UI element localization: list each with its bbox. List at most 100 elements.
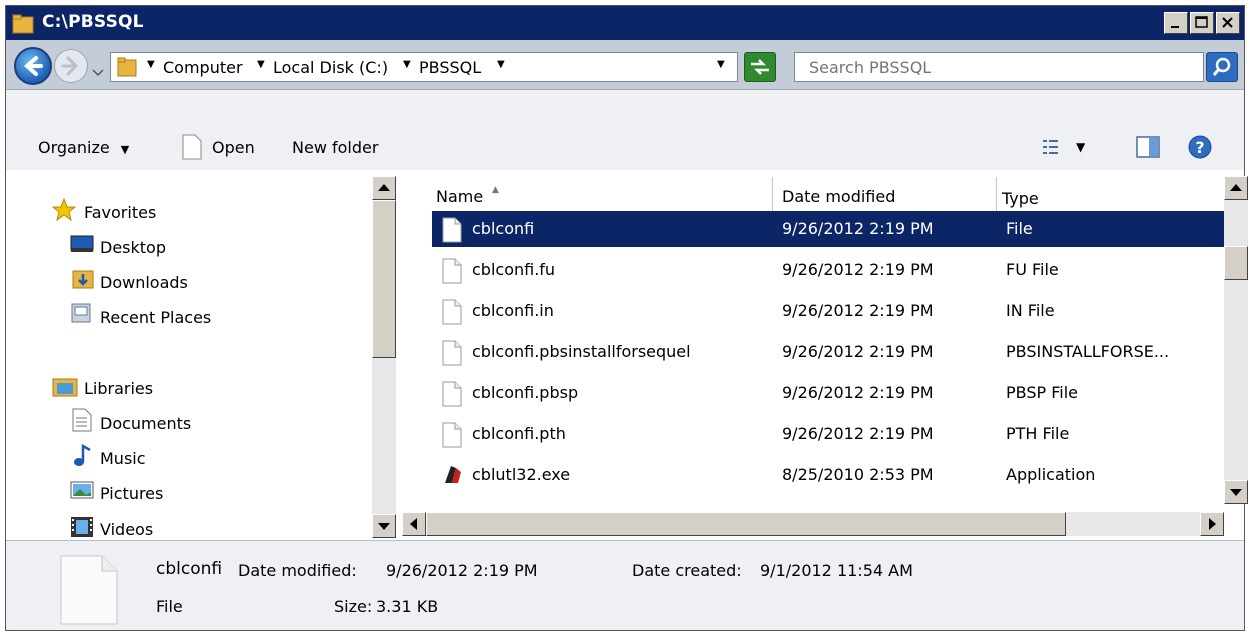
- scroll-left-button[interactable]: [402, 512, 426, 536]
- search-box[interactable]: [794, 52, 1204, 82]
- file-icon: [442, 217, 462, 247]
- horizontal-scroll-thumb[interactable]: [426, 512, 1066, 536]
- scroll-up-button[interactable]: [1224, 176, 1248, 200]
- details-size-label: Size:: [334, 597, 373, 616]
- scroll-right-button[interactable]: [1200, 512, 1224, 536]
- details-file-type: File: [156, 597, 183, 616]
- column-date-label: Date modified: [782, 187, 896, 206]
- sort-ascending-icon: ▲: [492, 185, 499, 195]
- details-modified-label: Date modified:: [238, 561, 357, 580]
- back-button[interactable]: [14, 47, 52, 85]
- breadcrumb-arrow-icon[interactable]: ▼: [257, 59, 265, 70]
- file-date-modified: 9/26/2012 2:19 PM: [782, 301, 934, 320]
- file-icon: [442, 422, 462, 452]
- svg-text:?: ?: [1195, 138, 1204, 157]
- file-row[interactable]: cblconfi 9/26/2012 2:19 PM File: [432, 211, 1224, 247]
- file-name: cblconfi: [472, 219, 535, 238]
- file-row[interactable]: cblconfi.pbsp 9/26/2012 2:19 PM PBSP File: [432, 375, 1224, 411]
- file-row[interactable]: cblconfi.in 9/26/2012 2:19 PM IN File: [432, 293, 1224, 329]
- details-created-value: 9/1/2012 11:54 AM: [760, 561, 913, 580]
- refresh-button[interactable]: [744, 52, 776, 82]
- desktop-icon: [70, 234, 94, 258]
- application-icon: [442, 463, 464, 489]
- view-chevron-down-icon[interactable]: ▼: [1076, 140, 1085, 154]
- breadcrumb-arrow-icon[interactable]: ▼: [497, 59, 505, 70]
- refresh-icon: [751, 59, 769, 75]
- nav-vertical-scrollbar[interactable]: [372, 176, 396, 538]
- column-type-label: Type: [1002, 189, 1039, 208]
- file-icon: [442, 340, 462, 370]
- new-folder-button[interactable]: New folder: [292, 138, 378, 157]
- file-icon: [442, 381, 462, 411]
- close-button[interactable]: [1216, 12, 1240, 34]
- nav-pictures[interactable]: Pictures: [100, 484, 163, 503]
- breadcrumb-computer[interactable]: Computer: [163, 58, 243, 77]
- search-button[interactable]: [1206, 52, 1238, 82]
- breadcrumb-pbssql[interactable]: PBSSQL: [419, 58, 481, 77]
- nav-music[interactable]: Music: [100, 449, 146, 468]
- forward-button[interactable]: [54, 49, 88, 83]
- view-options-icon[interactable]: [1042, 138, 1060, 160]
- file-icon: [442, 299, 462, 329]
- file-date-modified: 9/26/2012 2:19 PM: [782, 424, 934, 443]
- file-type: PBSINSTALLFORSE...: [1006, 342, 1170, 361]
- file-name: cblconfi.in: [472, 301, 554, 320]
- organize-label: Organize: [38, 138, 110, 157]
- file-name: cblconfi.pbsp: [472, 383, 579, 402]
- help-icon[interactable]: ?: [1188, 135, 1212, 163]
- file-row[interactable]: cblutl32.exe 8/25/2010 2:53 PM Application: [432, 457, 1224, 493]
- horizontal-scrollbar[interactable]: [402, 512, 1224, 536]
- recent-pages-chevron-icon[interactable]: [92, 62, 104, 81]
- breadcrumb-arrow-icon[interactable]: ▼: [147, 59, 155, 70]
- address-toolbar: ▼ Computer ▼ Local Disk (C:) ▼ PBSSQL ▼ …: [6, 40, 1244, 90]
- explorer-window: C:\PBSSQL ▼ Computer ▼ Local Disk (C:) ▼…: [5, 5, 1248, 631]
- nav-libraries[interactable]: Libraries: [84, 379, 153, 398]
- recent-places-icon: [70, 302, 94, 328]
- preview-pane-icon[interactable]: [1136, 136, 1160, 162]
- command-bar: Organize ▼ Open New folder ▼ ?: [6, 90, 1244, 170]
- title-bar[interactable]: C:\PBSSQL: [6, 6, 1244, 40]
- scroll-down-button[interactable]: [372, 514, 396, 538]
- documents-icon: [72, 408, 92, 436]
- nav-videos[interactable]: Videos: [100, 520, 153, 539]
- file-type: File: [1006, 219, 1033, 238]
- nav-desktop[interactable]: Desktop: [100, 238, 166, 257]
- file-name: cblconfi.pbsinstallforsequel: [472, 342, 691, 361]
- videos-icon: [70, 516, 94, 542]
- file-scroll-thumb[interactable]: [1224, 246, 1248, 280]
- nav-recent-places[interactable]: Recent Places: [100, 308, 211, 327]
- chevron-down-icon: ▼: [120, 143, 130, 156]
- file-date-modified: 9/26/2012 2:19 PM: [782, 260, 934, 279]
- search-icon: [1212, 57, 1231, 76]
- file-row[interactable]: cblconfi.pth 9/26/2012 2:19 PM PTH File: [432, 416, 1224, 452]
- libraries-icon: [52, 374, 78, 402]
- file-name: cblconfi.pth: [472, 424, 566, 443]
- address-history-chevron-icon[interactable]: ▼: [717, 59, 725, 70]
- address-bar[interactable]: ▼ Computer ▼ Local Disk (C:) ▼ PBSSQL ▼ …: [110, 52, 738, 82]
- file-vertical-scrollbar[interactable]: [1224, 176, 1248, 504]
- scroll-up-button[interactable]: [372, 176, 396, 200]
- file-row[interactable]: cblconfi.fu 9/26/2012 2:19 PM FU File: [432, 252, 1224, 288]
- file-row[interactable]: cblconfi.pbsinstallforsequel 9/26/2012 2:…: [432, 334, 1224, 370]
- minimize-button[interactable]: [1164, 12, 1188, 34]
- maximize-button[interactable]: [1190, 12, 1214, 34]
- file-date-modified: 9/26/2012 2:19 PM: [782, 219, 934, 238]
- nav-favorites[interactable]: Favorites: [84, 203, 156, 222]
- downloads-folder-icon: [72, 268, 94, 294]
- file-date-modified: 8/25/2010 2:53 PM: [782, 465, 934, 484]
- breadcrumb-local-disk[interactable]: Local Disk (C:): [273, 58, 388, 77]
- open-file-icon: [182, 134, 202, 164]
- pictures-icon: [70, 480, 94, 504]
- organize-button[interactable]: Organize ▼: [38, 138, 129, 157]
- details-created-label: Date created:: [632, 561, 742, 580]
- open-button[interactable]: Open: [212, 138, 255, 157]
- nav-scroll-thumb[interactable]: [372, 200, 396, 358]
- file-type: PTH File: [1006, 424, 1070, 443]
- star-icon: [51, 197, 77, 226]
- selected-file-icon: [60, 555, 118, 629]
- scroll-down-button[interactable]: [1224, 480, 1248, 504]
- nav-documents[interactable]: Documents: [100, 414, 191, 433]
- search-input[interactable]: [809, 58, 1189, 77]
- nav-downloads[interactable]: Downloads: [100, 273, 188, 292]
- breadcrumb-arrow-icon[interactable]: ▼: [403, 59, 411, 70]
